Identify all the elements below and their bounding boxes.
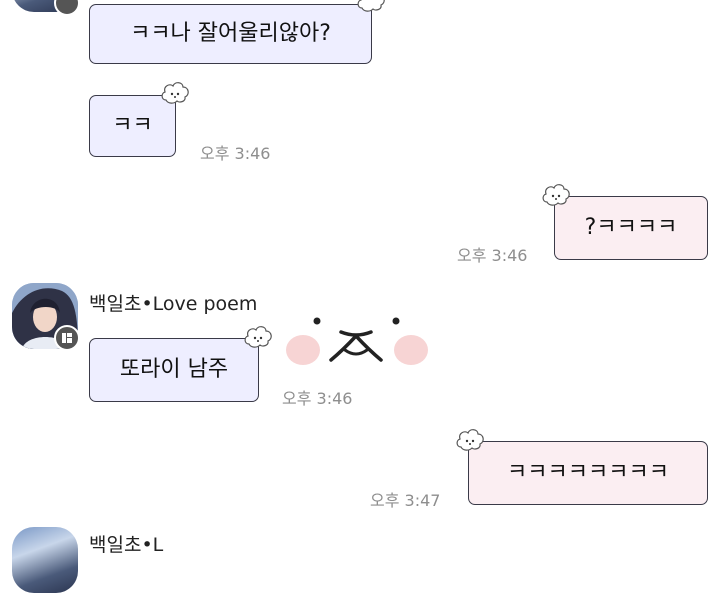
profile-badge-icon <box>54 325 80 351</box>
message-timestamp: 오후 3:46 <box>457 246 528 265</box>
cloud-puppy-icon <box>357 0 385 12</box>
message-timestamp: 오후 3:46 <box>200 144 271 163</box>
message-bubble-incoming[interactable]: 또라이 남주 <box>89 338 259 402</box>
message-timestamp: 오후 3:46 <box>282 389 353 408</box>
message-bubble-incoming[interactable]: ㅋㅋ나 잘어울리않아? <box>89 4 372 64</box>
profile-badge-icon <box>54 0 80 16</box>
message-text: 또라이 남주 <box>119 357 229 382</box>
cloud-puppy-icon <box>161 82 189 104</box>
cloud-puppy-icon <box>244 326 272 348</box>
message-bubble-outgoing[interactable]: ?ㅋㅋㅋㅋ <box>554 196 708 260</box>
message-text: ㅋㅋ <box>112 113 153 138</box>
message-text: ㅋㅋㅋㅋㅋㅋㅋㅋ <box>507 460 669 485</box>
message-text: ㅋㅋ나 잘어울리않아? <box>130 21 331 46</box>
sender-name: 백일초•L <box>89 534 164 556</box>
message-bubble-outgoing[interactable]: ㅋㅋㅋㅋㅋㅋㅋㅋ <box>468 441 708 505</box>
cloud-puppy-icon <box>456 429 484 451</box>
sender-avatar-bottom[interactable] <box>12 527 78 593</box>
message-timestamp: 오후 3:47 <box>370 491 441 510</box>
sender-name: 백일초•Love poem <box>89 293 258 315</box>
cloud-puppy-icon <box>542 184 570 206</box>
message-text: ?ㅋㅋㅋㅋ <box>584 215 678 240</box>
white-seal-face-emoticon[interactable] <box>283 312 433 372</box>
